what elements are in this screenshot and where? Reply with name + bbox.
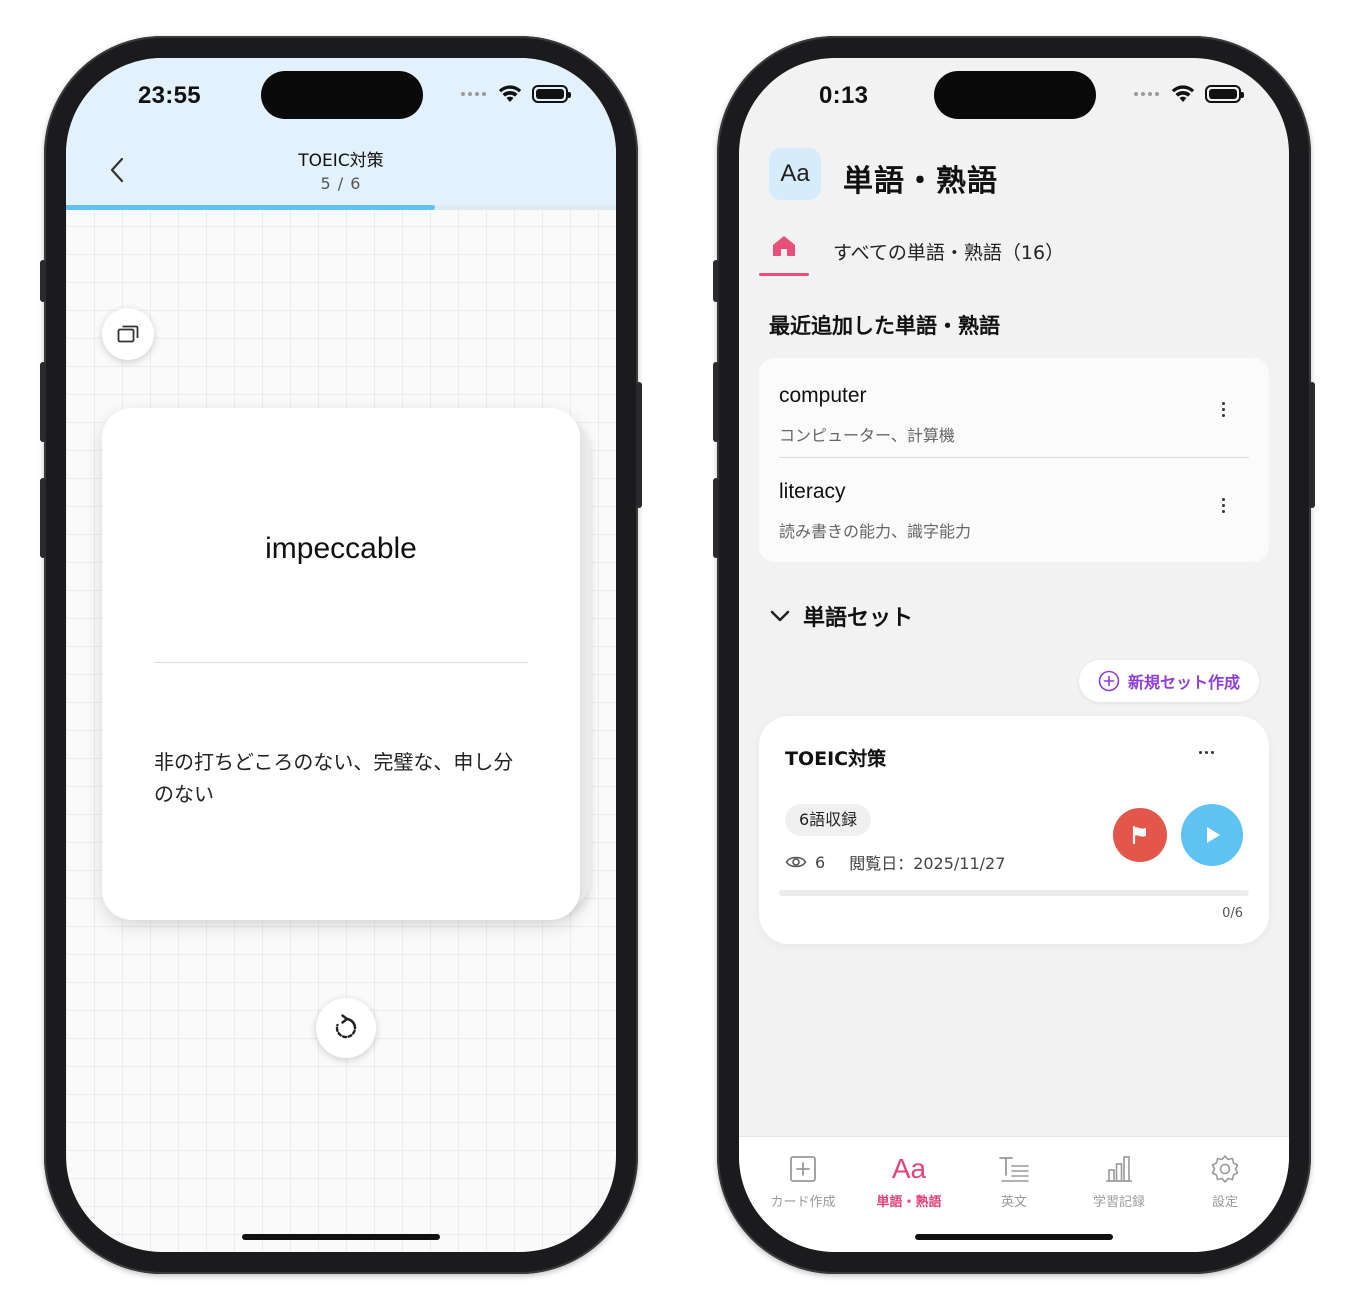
all-words-tab[interactable]: すべての単語・熟語（16）: [833, 238, 1064, 265]
signal-icon: [461, 92, 486, 96]
word-count-badge: 6語収録: [785, 804, 872, 836]
bar-chart-icon: [1106, 1156, 1132, 1182]
aa-icon: Aa: [891, 1153, 927, 1184]
flagged-study-button[interactable]: [1113, 808, 1167, 862]
action-button: [40, 260, 46, 302]
set-title: TOEIC対策: [298, 151, 384, 171]
plus-square-icon: [790, 1156, 816, 1182]
play-study-button[interactable]: [1181, 804, 1243, 866]
play-icon: [1207, 827, 1220, 843]
new-set-button[interactable]: 新規セット作成: [1079, 660, 1259, 702]
view-stats: 6 閲覧日：2025/11/27: [785, 850, 1005, 874]
word-text: literacy: [779, 480, 846, 503]
tab-sentences[interactable]: 英文: [964, 1153, 1064, 1210]
status-time: 0:13: [819, 82, 869, 109]
recent-section-title: 最近追加した単語・熟語: [769, 314, 1000, 338]
word-text: computer: [779, 384, 867, 407]
plus-circle-icon: [1098, 670, 1120, 692]
word-list-screen: 0:13 Aa 単語・熟語 すべての単語・熟語（16） 最近追加した単語・熟語 …: [739, 58, 1289, 1252]
tab-label: 設定: [1211, 1195, 1238, 1210]
word-sets-toggle[interactable]: 単語セット: [769, 600, 913, 632]
rotate-icon: [335, 1014, 357, 1039]
volume-down-button: [40, 478, 46, 558]
more-options-icon[interactable]: [1213, 402, 1233, 426]
card-divider: [154, 662, 528, 663]
battery-icon: [532, 85, 571, 103]
wifi-icon: [1171, 85, 1195, 102]
power-button: [636, 382, 642, 508]
page-title: 単語・熟語: [843, 164, 998, 199]
home-indicator[interactable]: [242, 1234, 440, 1240]
tab-label: 単語・熟語: [876, 1195, 942, 1210]
flashcard[interactable]: impeccable 非の打ちどころのない、完璧な、申し分のない: [102, 408, 580, 920]
tab-label: 英文: [1000, 1195, 1027, 1210]
phone-word-list: 0:13 Aa 単語・熟語 すべての単語・熟語（16） 最近追加した単語・熟語 …: [713, 36, 1315, 1274]
set-progress-bar: [779, 890, 1249, 896]
wifi-icon: [498, 85, 522, 102]
recent-words-list: computer コンピューター、計算機 literacy 読み書きの能力、識字…: [759, 358, 1269, 562]
word-meaning: 読み書きの能力、識字能力: [779, 522, 972, 541]
view-count: 6: [815, 852, 826, 872]
dynamic-island: [934, 71, 1096, 119]
card-stack-button[interactable]: [102, 308, 154, 360]
flip-card-button[interactable]: [316, 998, 376, 1058]
tab-label: 学習記録: [1092, 1195, 1145, 1210]
more-options-icon[interactable]: [1213, 498, 1233, 522]
home-indicator[interactable]: [915, 1234, 1113, 1240]
viewed-date: 閲覧日：2025/11/27: [849, 854, 1006, 873]
home-tab[interactable]: [759, 232, 809, 276]
volume-up-button: [713, 362, 719, 442]
set-name: TOEIC対策: [785, 748, 887, 770]
word-set-card[interactable]: TOEIC対策 6語収録 6 閲覧日：2025/11/27 0/6: [759, 716, 1269, 944]
set-more-icon[interactable]: [1199, 742, 1225, 762]
active-tab-indicator: [759, 273, 809, 276]
status-icons: [461, 85, 571, 103]
list-item[interactable]: computer コンピューター、計算機: [779, 362, 1249, 456]
tab-words[interactable]: Aa 単語・熟語: [859, 1153, 959, 1210]
battery-icon: [1205, 85, 1244, 103]
list-item[interactable]: literacy 読み書きの能力、識字能力: [779, 458, 1249, 552]
tab-label: カード作成: [770, 1195, 836, 1210]
chevron-down-icon: [770, 610, 790, 622]
phone-flashcard: 23:55 TOEIC対策 5 / 6 impeccable 非の打ちどころのな…: [40, 36, 642, 1274]
new-set-label: 新規セット作成: [1127, 673, 1240, 692]
status-icons: [1134, 85, 1244, 103]
word-sets-title: 単語セット: [803, 606, 914, 631]
card-word: impeccable: [265, 532, 417, 565]
word-meaning: コンピューター、計算機: [779, 426, 955, 445]
tab-study-record[interactable]: 学習記録: [1069, 1153, 1169, 1210]
text-icon: [999, 1157, 1029, 1182]
power-button: [1309, 382, 1315, 508]
set-progress-label: 0/6: [1222, 906, 1243, 921]
volume-down-button: [713, 478, 719, 558]
study-progress-fill: [66, 205, 435, 210]
home-icon: [773, 236, 795, 256]
tab-card-create[interactable]: カード作成: [753, 1153, 853, 1210]
copy-cards-icon: [117, 325, 139, 343]
gear-icon: [1211, 1155, 1239, 1183]
status-time: 23:55: [138, 82, 201, 109]
action-button: [713, 260, 719, 302]
eye-icon: [785, 856, 807, 868]
flashcard-screen: 23:55 TOEIC対策 5 / 6 impeccable 非の打ちどころのな…: [66, 58, 616, 1252]
study-progress-bar: [66, 205, 616, 210]
dynamic-island: [261, 71, 423, 119]
words-app-icon: Aa: [769, 148, 821, 200]
card-meaning: 非の打ちどころのない、完璧な、申し分のない: [154, 750, 514, 806]
flag-icon: [1132, 825, 1146, 845]
tab-settings[interactable]: 設定: [1175, 1153, 1275, 1210]
card-counter: 5 / 6: [320, 174, 362, 193]
volume-up-button: [40, 362, 46, 442]
signal-icon: [1134, 92, 1159, 96]
